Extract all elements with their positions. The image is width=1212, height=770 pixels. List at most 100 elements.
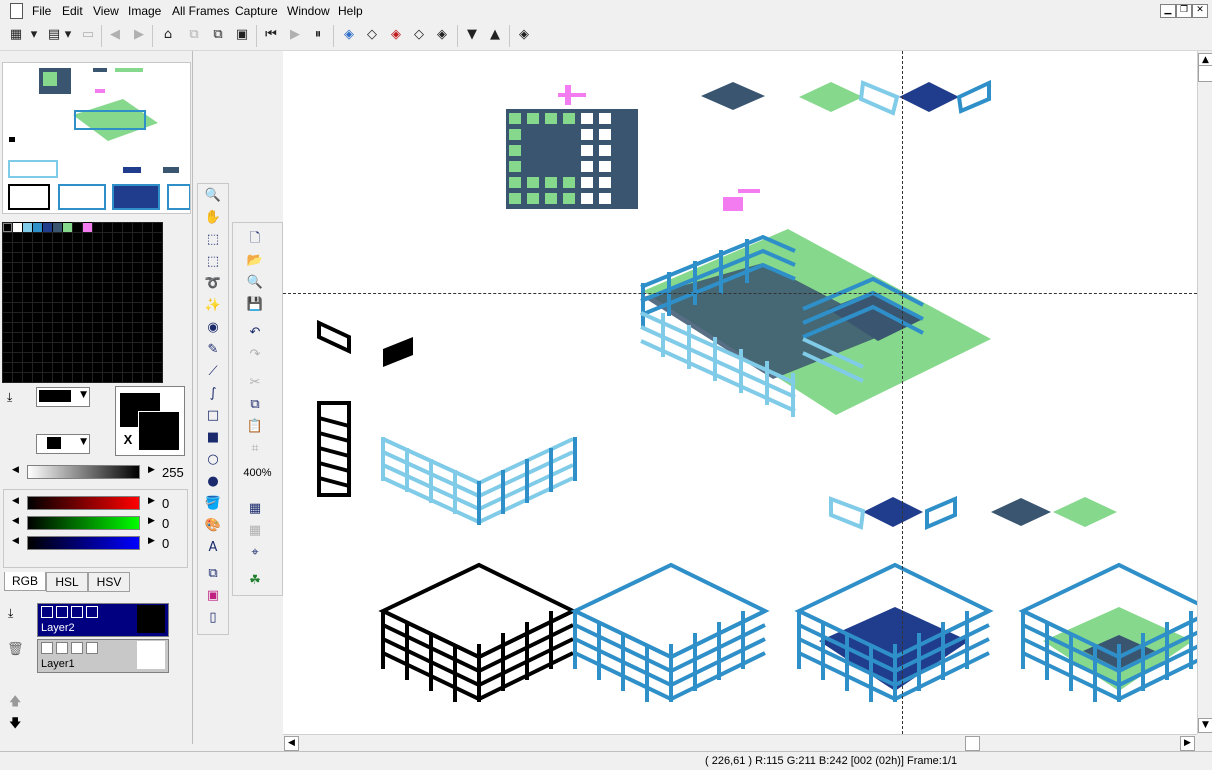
more-options-icon[interactable] bbox=[86, 606, 98, 618]
zoom-level[interactable]: 400% bbox=[235, 467, 280, 479]
palette-swatch[interactable] bbox=[12, 252, 23, 263]
palette-swatch[interactable] bbox=[22, 362, 33, 373]
layer-properties-icon[interactable]: ◈ bbox=[514, 25, 534, 45]
palette-swatch[interactable] bbox=[2, 232, 13, 243]
palette-swatch[interactable] bbox=[152, 242, 163, 253]
open-file-icon[interactable]: 📂 bbox=[243, 251, 267, 271]
palette-swatch[interactable] bbox=[23, 223, 32, 232]
palette-swatch[interactable] bbox=[122, 282, 133, 293]
palette-swatch[interactable] bbox=[62, 322, 73, 333]
palette-swatch[interactable] bbox=[152, 282, 163, 293]
palette-swatch[interactable] bbox=[112, 312, 123, 323]
color-replace-tool-icon[interactable]: ◉ bbox=[202, 318, 224, 338]
palette-swatch[interactable] bbox=[62, 282, 73, 293]
palette-swatch[interactable] bbox=[62, 332, 73, 343]
palette-swatch[interactable] bbox=[12, 282, 23, 293]
pause-icon[interactable]: ⏸ bbox=[308, 25, 328, 45]
palette-swatch[interactable] bbox=[12, 262, 23, 273]
pencil-tool-icon[interactable]: ✎ bbox=[202, 340, 224, 360]
palette-swatch[interactable] bbox=[33, 223, 42, 232]
palette-swatch[interactable] bbox=[92, 262, 103, 273]
palette-swatch[interactable] bbox=[132, 312, 143, 323]
blue-slider-left-arrow[interactable]: ◀ bbox=[12, 536, 19, 546]
palette-swatch[interactable] bbox=[2, 272, 13, 283]
palette-swatch[interactable] bbox=[132, 302, 143, 313]
palette-swatch[interactable] bbox=[102, 352, 113, 363]
palette-swatch[interactable] bbox=[102, 282, 113, 293]
palette-swatch[interactable] bbox=[32, 362, 43, 373]
palette-swatch[interactable] bbox=[122, 222, 133, 233]
palette-swatch[interactable] bbox=[62, 272, 73, 283]
palette-swatch[interactable] bbox=[102, 362, 113, 373]
palette-swatch[interactable] bbox=[142, 322, 153, 333]
palette-swatch[interactable] bbox=[22, 372, 33, 383]
move-layer-down-icon[interactable]: ▼ bbox=[462, 25, 482, 45]
undo-icon[interactable]: ↶ bbox=[243, 323, 267, 343]
palette-swatch[interactable] bbox=[142, 292, 153, 303]
image-canvas[interactable] bbox=[283, 51, 1197, 734]
palette-swatch[interactable] bbox=[102, 222, 113, 233]
zoom-tool-icon[interactable]: 🔍 bbox=[202, 186, 224, 206]
menu-view[interactable]: View bbox=[93, 4, 119, 18]
filled-rectangle-tool-icon[interactable]: ■ bbox=[202, 428, 224, 448]
redo-icon[interactable]: ↷ bbox=[243, 345, 267, 365]
palette-swatch[interactable] bbox=[62, 242, 73, 253]
palette-swatch[interactable] bbox=[12, 302, 23, 313]
palette-swatch[interactable] bbox=[122, 252, 133, 263]
palette-swatch[interactable] bbox=[82, 292, 93, 303]
palette-swatch[interactable] bbox=[22, 242, 33, 253]
palette-swatch[interactable] bbox=[72, 302, 83, 313]
palette-swatch[interactable] bbox=[72, 292, 83, 303]
palette-swatch[interactable] bbox=[2, 222, 13, 233]
palette-swatch[interactable] bbox=[72, 232, 83, 243]
palette-swatch[interactable] bbox=[22, 232, 33, 243]
eraser-tool-icon[interactable]: ▯ bbox=[202, 608, 224, 628]
palette-swatch[interactable] bbox=[82, 372, 93, 383]
palette-swatch[interactable] bbox=[63, 223, 72, 232]
menu-all-frames[interactable]: All Frames bbox=[172, 4, 229, 18]
palette-swatch[interactable] bbox=[92, 282, 103, 293]
palette-swatch[interactable] bbox=[53, 223, 62, 232]
palette-swatch[interactable] bbox=[72, 322, 83, 333]
palette-swatch[interactable] bbox=[132, 362, 143, 373]
menu-file[interactable]: File bbox=[32, 4, 51, 18]
palette-swatch[interactable] bbox=[22, 272, 33, 283]
palette-swatch[interactable] bbox=[32, 312, 43, 323]
palette-swatch[interactable] bbox=[122, 292, 133, 303]
palette-swatch[interactable] bbox=[142, 222, 153, 233]
palette-swatch[interactable] bbox=[43, 223, 52, 232]
alpha-icon[interactable] bbox=[71, 606, 83, 618]
palette-swatch[interactable] bbox=[102, 372, 113, 383]
palette-swatch[interactable] bbox=[22, 252, 33, 263]
palette-swatch[interactable] bbox=[62, 262, 73, 273]
palette-swatch[interactable] bbox=[72, 252, 83, 263]
hand-tool-icon[interactable]: ✋ bbox=[202, 208, 224, 228]
palette-swatch[interactable] bbox=[52, 372, 63, 383]
palette-swatch[interactable] bbox=[112, 372, 123, 383]
palette-swatch[interactable] bbox=[142, 282, 153, 293]
color-palette[interactable] bbox=[2, 222, 163, 383]
palette-swatch[interactable] bbox=[152, 372, 163, 383]
palette-swatch[interactable] bbox=[82, 272, 93, 283]
palette-swatch[interactable] bbox=[72, 362, 83, 373]
palette-swatch[interactable] bbox=[52, 232, 63, 243]
palette-swatch[interactable] bbox=[62, 292, 73, 303]
palette-swatch[interactable] bbox=[12, 312, 23, 323]
palette-swatch[interactable] bbox=[152, 322, 163, 333]
palette-swatch[interactable] bbox=[72, 372, 83, 383]
palette-swatch[interactable] bbox=[2, 312, 13, 323]
palette-swatch[interactable] bbox=[2, 262, 13, 273]
palette-swatch[interactable] bbox=[152, 232, 163, 243]
filled-ellipse-tool-icon[interactable]: ● bbox=[202, 472, 224, 492]
palette-swatch[interactable] bbox=[152, 222, 163, 233]
palette-swatch[interactable] bbox=[132, 252, 143, 263]
tab-hsl[interactable]: HSL bbox=[46, 572, 88, 592]
palette-swatch[interactable] bbox=[22, 262, 33, 273]
palette-swatch[interactable] bbox=[82, 322, 93, 333]
palette-swatch[interactable] bbox=[22, 352, 33, 363]
palette-swatch[interactable] bbox=[152, 312, 163, 323]
palette-swatch[interactable] bbox=[52, 362, 63, 373]
palette-swatch[interactable] bbox=[82, 342, 93, 353]
grid-icon[interactable]: ▦ bbox=[243, 499, 267, 519]
palette-swatch[interactable] bbox=[52, 352, 63, 363]
